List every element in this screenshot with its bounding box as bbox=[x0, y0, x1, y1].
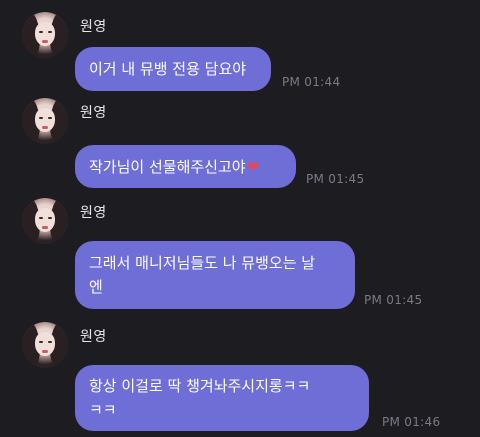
message-bubble[interactable]: 항상 이걸로 딱 챙겨놔주시지롱ㅋㅋ ㅋㅋ bbox=[75, 365, 369, 431]
sender-name: 원영 bbox=[80, 105, 107, 121]
message-text: 이거 내 뮤뱅 전용 담요야 bbox=[89, 60, 247, 78]
message-group: 원영 작가님이 선물해주신고야 ❤ PM 01:45 bbox=[0, 98, 480, 190]
message-group: 원영 항상 이걸로 딱 챙겨놔주시지롱ㅋㅋ ㅋㅋ PM 01:46 bbox=[0, 322, 480, 434]
message-time: PM 01:46 bbox=[382, 415, 441, 429]
chat-view: 원영 이거 내 뮤뱅 전용 담요야 PM 01:44 원영 작가님이 선물해주신… bbox=[0, 0, 480, 437]
message-text-line: 항상 이걸로 딱 챙겨놔주시지롱ㅋㅋ bbox=[89, 377, 311, 395]
avatar[interactable] bbox=[22, 198, 68, 244]
message-group: 원영 이거 내 뮤뱅 전용 담요야 PM 01:44 bbox=[0, 12, 480, 92]
heart-icon: ❤ bbox=[246, 157, 260, 176]
message-bubble[interactable]: 그래서 매니저님들도 나 뮤뱅오는 날 엔 bbox=[75, 241, 355, 309]
sender-name: 원영 bbox=[80, 205, 107, 221]
message-text-line: 그래서 매니저님들도 나 뮤뱅오는 날 bbox=[89, 254, 316, 272]
message-bubble[interactable]: 작가님이 선물해주신고야 ❤ bbox=[75, 145, 296, 188]
avatar[interactable] bbox=[22, 12, 68, 58]
avatar[interactable] bbox=[22, 322, 68, 368]
message-text: 작가님이 선물해주신고야 bbox=[89, 157, 246, 176]
message-group: 원영 그래서 매니저님들도 나 뮤뱅오는 날 엔 PM 01:45 bbox=[0, 198, 480, 310]
message-text-line: ㅋㅋ bbox=[89, 401, 117, 419]
message-text-line: 엔 bbox=[89, 278, 103, 296]
sender-name: 원영 bbox=[80, 329, 107, 345]
message-bubble[interactable]: 이거 내 뮤뱅 전용 담요야 bbox=[75, 47, 271, 91]
avatar[interactable] bbox=[22, 98, 68, 144]
message-time: PM 01:44 bbox=[282, 75, 341, 89]
message-time: PM 01:45 bbox=[364, 293, 423, 307]
message-time: PM 01:45 bbox=[306, 172, 365, 186]
sender-name: 원영 bbox=[80, 19, 107, 35]
